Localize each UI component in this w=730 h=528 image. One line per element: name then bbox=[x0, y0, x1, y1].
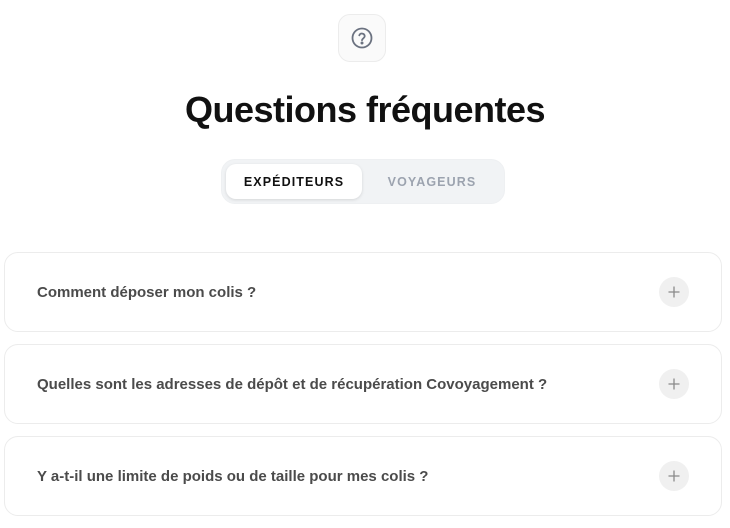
faq-question: Comment déposer mon colis ? bbox=[37, 283, 257, 301]
help-circle-icon bbox=[350, 26, 374, 50]
faq-item[interactable]: Comment déposer mon colis ? bbox=[4, 252, 722, 332]
help-badge bbox=[338, 14, 386, 62]
faq-question: Quelles sont les adresses de dépôt et de… bbox=[37, 375, 548, 393]
faq-item[interactable]: Quelles sont les adresses de dépôt et de… bbox=[4, 344, 722, 424]
audience-tab-switch: EXPÉDITEURS VOYAGEURS bbox=[221, 159, 505, 204]
page-title: Questions fréquentes bbox=[184, 89, 546, 130]
plus-icon bbox=[668, 378, 680, 390]
tab-expediteurs[interactable]: EXPÉDITEURS bbox=[226, 164, 362, 199]
faq-question: Y a-t-il une limite de poids ou de taill… bbox=[37, 467, 429, 485]
faq-list: Comment déposer mon colis ? Quelles sont… bbox=[4, 252, 722, 528]
tab-voyageurs[interactable]: VOYAGEURS bbox=[364, 164, 500, 199]
expand-button[interactable] bbox=[659, 369, 689, 399]
expand-button[interactable] bbox=[659, 461, 689, 491]
faq-item[interactable]: Y a-t-il une limite de poids ou de taill… bbox=[4, 436, 722, 516]
plus-icon bbox=[668, 470, 680, 482]
expand-button[interactable] bbox=[659, 277, 689, 307]
plus-icon bbox=[668, 286, 680, 298]
